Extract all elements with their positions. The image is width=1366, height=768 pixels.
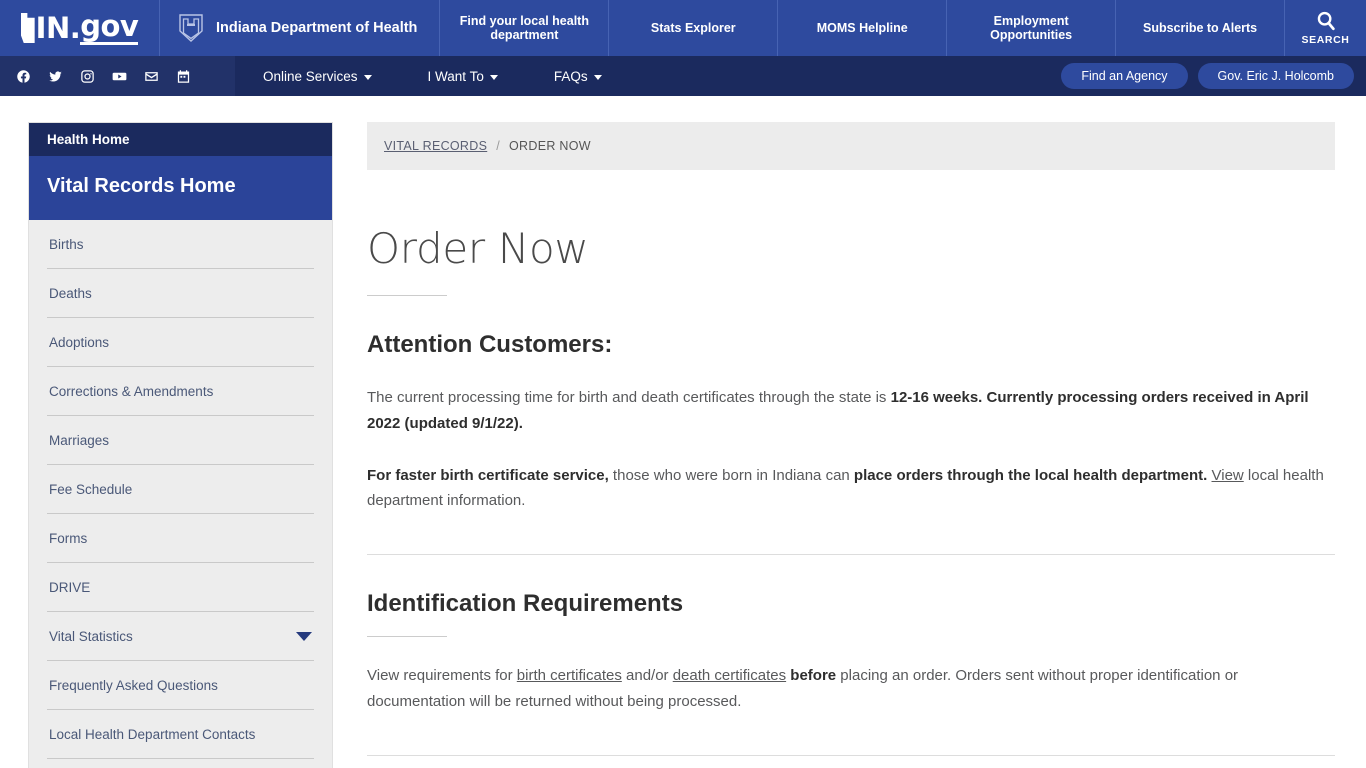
section-divider-2: [367, 754, 1335, 756]
facebook-icon[interactable]: [10, 63, 36, 89]
section-divider-1: [367, 554, 1335, 556]
sidebar-item-label: Frequently Asked Questions: [49, 678, 218, 693]
sidebar-item-label: Vital Statistics: [49, 629, 133, 644]
sidebar-item-label: Local Health Department Contacts: [49, 727, 256, 742]
breadcrumb-current: ORDER NOW: [509, 139, 591, 153]
sidebar-item-adoptions[interactable]: Adoptions: [47, 318, 314, 367]
title-divider: [367, 295, 447, 296]
sidebar-item-label: Deaths: [49, 286, 92, 301]
chevron-down-icon: [593, 74, 602, 80]
birth-certificates-link[interactable]: birth certificates: [517, 667, 622, 684]
youtube-icon[interactable]: [106, 63, 132, 89]
chevron-down-icon: [363, 74, 372, 80]
sidebar-item-corrections-amendments[interactable]: Corrections & Amendments: [47, 367, 314, 416]
sidebar: Health Home Vital Records Home Births De…: [28, 122, 333, 768]
sidebar-item-frequently-asked-questions[interactable]: Frequently Asked Questions: [47, 661, 314, 710]
nav-employment-opportunities[interactable]: Employment Opportunities: [947, 0, 1117, 56]
twitter-icon[interactable]: [42, 63, 68, 89]
search-icon: [1317, 11, 1335, 31]
breadcrumb-parent-link[interactable]: VITAL RECORDS: [384, 139, 487, 153]
sidebar-item-marriages[interactable]: Marriages: [47, 416, 314, 465]
secondary-nav-bar: Online Services I Want To FAQs Find an A…: [0, 56, 1366, 96]
calendar-icon[interactable]: [170, 63, 196, 89]
shield-ih-icon: [179, 14, 203, 42]
chevron-down-icon[interactable]: [296, 632, 312, 641]
email-icon[interactable]: [138, 63, 164, 89]
sidebar-item-contact-us[interactable]: Contact Us: [47, 759, 314, 768]
page-body: Health Home Vital Records Home Births De…: [0, 96, 1366, 768]
sidebar-item-forms[interactable]: Forms: [47, 514, 314, 563]
subbar-actions: Find an Agency Gov. Eric J. Holcomb: [1061, 56, 1366, 96]
chevron-down-icon: [489, 74, 498, 80]
id-p-normal-1: View requirements for: [367, 667, 517, 685]
sidebar-item-label: DRIVE: [49, 580, 91, 595]
sidebar-item-local-health-department-contacts[interactable]: Local Health Department Contacts: [47, 710, 314, 759]
attention-p2-normal-1: those who were born in Indiana can: [608, 466, 854, 484]
in-gov-logo-mark: IN. gov: [20, 8, 139, 45]
menu-i-want-to-label: I Want To: [427, 68, 484, 84]
main-content: VITAL RECORDS / ORDER NOW Order Now Atte…: [367, 122, 1335, 768]
sidebar-nav-list: Births Deaths Adoptions Corrections & Am…: [29, 220, 332, 768]
attention-p1-normal: The current processing time for birth an…: [367, 389, 891, 406]
sidebar-item-label: Forms: [49, 531, 88, 546]
social-links: [0, 56, 235, 96]
page-title: Order Now: [367, 224, 589, 273]
identification-paragraph: View requirements for birth certificates…: [367, 663, 1335, 715]
identification-divider: [367, 636, 447, 638]
sidebar-item-births[interactable]: Births: [47, 220, 314, 269]
indiana-state-icon: [20, 13, 35, 43]
sidebar-item-label: Fee Schedule: [49, 482, 133, 497]
search-button[interactable]: SEARCH: [1285, 0, 1366, 56]
top-nav: Find your local health department Stats …: [440, 0, 1366, 56]
logo-text-in: IN: [35, 10, 71, 45]
sidebar-item-label: Adoptions: [49, 335, 110, 350]
governor-button[interactable]: Gov. Eric J. Holcomb: [1197, 63, 1354, 89]
logo-text-dot: .: [69, 10, 81, 45]
attention-p2-bold-2: place orders through the local health de…: [853, 466, 1208, 484]
menu-online-services-label: Online Services: [263, 68, 358, 84]
sidebar-item-drive[interactable]: DRIVE: [47, 563, 314, 612]
breadcrumb: VITAL RECORDS / ORDER NOW: [367, 122, 1335, 170]
sidebar-item-label: Marriages: [49, 433, 110, 448]
identification-heading: Identification Requirements: [367, 590, 684, 618]
menu-i-want-to[interactable]: I Want To: [400, 69, 526, 84]
find-an-agency-button[interactable]: Find an Agency: [1061, 63, 1188, 89]
instagram-icon[interactable]: [74, 63, 100, 89]
nav-find-local-health-department[interactable]: Find your local health department: [440, 0, 610, 56]
view-local-health-department-link[interactable]: View: [1212, 467, 1244, 484]
attention-paragraph-1: The current processing time for birth an…: [367, 385, 1335, 437]
nav-moms-helpline[interactable]: MOMS Helpline: [778, 0, 948, 56]
logo-text-gov: gov: [80, 8, 139, 45]
sidebar-item-deaths[interactable]: Deaths: [47, 269, 314, 318]
nav-subscribe-to-alerts[interactable]: Subscribe to Alerts: [1116, 0, 1286, 56]
sub-menu: Online Services I Want To FAQs: [235, 56, 630, 96]
sidebar-item-health-home[interactable]: Health Home: [29, 123, 332, 156]
nav-stats-explorer[interactable]: Stats Explorer: [609, 0, 779, 56]
sidebar-item-fee-schedule[interactable]: Fee Schedule: [47, 465, 314, 514]
breadcrumb-separator: /: [496, 139, 501, 153]
attention-p2-bold-1: For faster birth certificate service,: [367, 466, 609, 484]
death-certificates-link[interactable]: death certificates: [673, 667, 786, 684]
id-p-bold: before: [790, 667, 837, 685]
agency-name: Indiana Department of Health: [216, 20, 418, 36]
sidebar-item-label: Corrections & Amendments: [49, 384, 214, 399]
id-p-normal-2: and/or: [621, 667, 673, 685]
menu-faqs-label: FAQs: [553, 68, 588, 84]
menu-online-services[interactable]: Online Services: [235, 69, 400, 84]
agency-branding[interactable]: Indiana Department of Health: [160, 0, 441, 56]
sidebar-item-vital-statistics[interactable]: Vital Statistics: [47, 612, 314, 661]
in-gov-logo[interactable]: IN. gov: [0, 0, 160, 56]
attention-paragraph-2: For faster birth certificate service, th…: [367, 463, 1335, 515]
sidebar-item-label: Births: [49, 237, 84, 252]
top-utility-bar: IN. gov Indiana Department of Health Find…: [0, 0, 1366, 56]
search-label: SEARCH: [1301, 34, 1350, 46]
sidebar-section-title[interactable]: Vital Records Home: [29, 156, 332, 220]
menu-faqs[interactable]: FAQs: [526, 69, 630, 84]
attention-heading: Attention Customers:: [367, 331, 613, 358]
